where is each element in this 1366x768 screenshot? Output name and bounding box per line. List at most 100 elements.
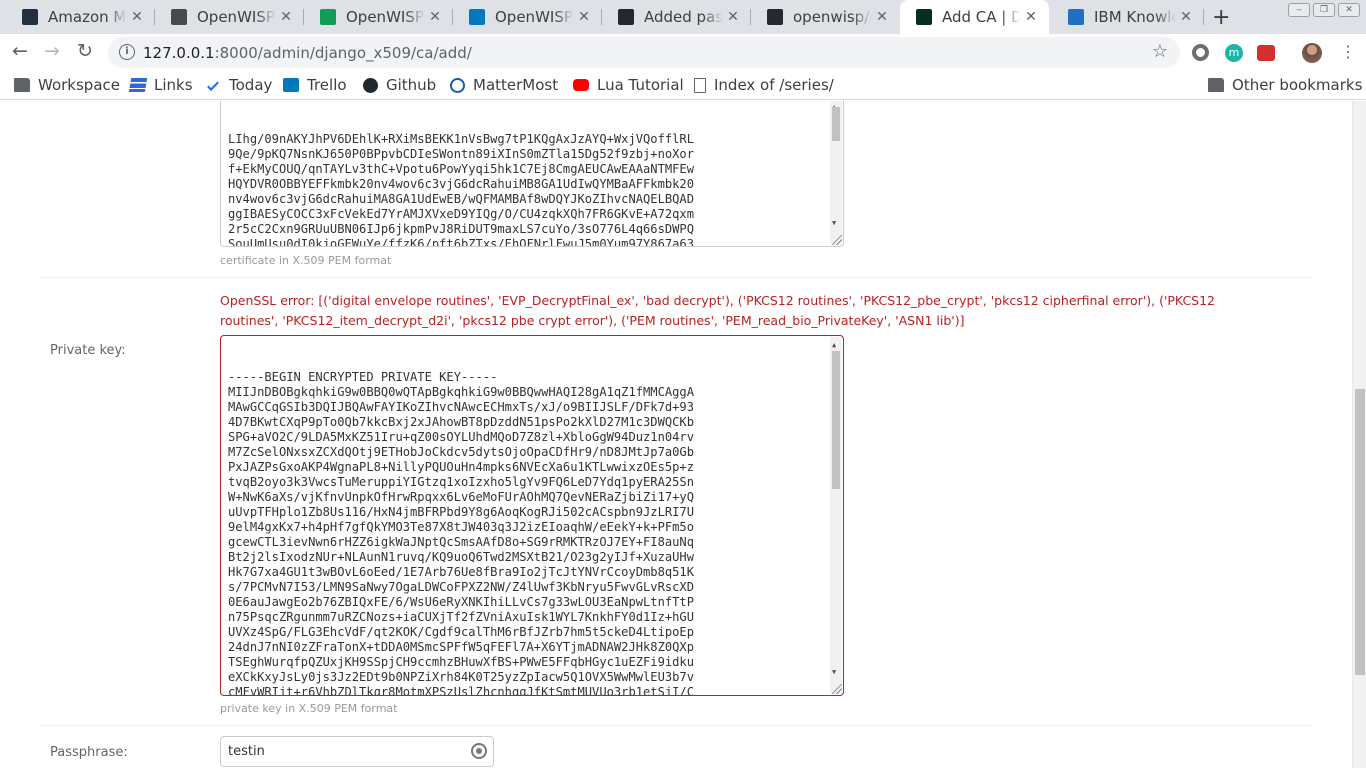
certificate-line: 2r5cC2Cxn9GRUuUBN06IJp6jkpmPvJ8RiDUT9max…: [228, 222, 694, 236]
bookmark-item[interactable]: Lua Tutorial: [573, 76, 684, 94]
private-key-line: Bt2j2lsIxodzNUr+NLAunN1ruvq/KQ9uoQ6Twd2M…: [228, 550, 694, 564]
browser-tab[interactable]: Add CA | Dja✕: [900, 0, 1049, 34]
youtube-icon: [573, 79, 589, 91]
certificate-line: SouUmUsu0dI0kjoGEWuYe/ffzK6/pft6bZTxs/Eh…: [228, 237, 694, 247]
bookmark-star-icon[interactable]: ☆: [1152, 41, 1168, 62]
extension-m-icon[interactable]: m: [1225, 44, 1243, 62]
reload-button[interactable]: ↻: [77, 40, 93, 62]
private-key-scroll-thumb[interactable]: [832, 351, 840, 489]
private-key-line: TSEghWurqfpQZUxjKH9SSpjCH9ccmhzBHuwXfBS+…: [228, 655, 694, 669]
certificate-line: nv4wov6c3vjG6dcRahuiMA8GA1UdEwEB/wQFMAMB…: [228, 192, 694, 206]
profile-avatar[interactable]: [1302, 43, 1322, 63]
row-divider: [40, 725, 1312, 726]
passphrase-input[interactable]: testin: [220, 736, 494, 767]
bookmark-label: Trello: [307, 76, 347, 94]
close-tab-icon[interactable]: ✕: [425, 9, 445, 25]
private-key-line: cMFyWRIjt+r6VhbZDlTkqr8MotmXPSzUslZhcnhg…: [228, 685, 694, 696]
bookmark-item[interactable]: Workspace: [14, 76, 120, 94]
private-key-line: gcewCTL3ievNwn6rHZZ6igkWaJNptQcSmsAAfD8o…: [228, 535, 694, 549]
stack-icon: [128, 78, 148, 92]
private-key-text: -----BEGIN ENCRYPTED PRIVATE KEY----- MII…: [228, 370, 825, 696]
amazon-icon: [22, 9, 38, 25]
passphrase-label: Passphrase:: [50, 745, 128, 760]
private-key-textarea[interactable]: -----BEGIN ENCRYPTED PRIVATE KEY----- MII…: [220, 335, 844, 696]
address-bar[interactable]: i 127.0.0.1:8000/admin/django_x509/ca/ad…: [108, 37, 1180, 68]
certificate-scroll-thumb[interactable]: [832, 107, 840, 141]
private-key-line: 0E6auJawgEo2b76ZBIQxFE/6/WsU6eRyXNKIhiLL…: [228, 595, 694, 609]
bookmark-item[interactable]: Trello: [283, 76, 347, 94]
row-divider: [40, 277, 1312, 278]
browser-tab[interactable]: openwisp/dj✕: [751, 0, 900, 34]
other-bookmarks[interactable]: Other bookmarks: [1208, 76, 1362, 94]
close-tab-icon[interactable]: ✕: [723, 9, 743, 25]
private-key-scrollbar[interactable]: ▲ ▼: [830, 337, 842, 694]
bookmark-item[interactable]: MatterMost: [450, 76, 558, 94]
tab-title: IBM Knowled: [1094, 8, 1176, 26]
minimize-button[interactable]: ‒: [1288, 3, 1310, 17]
scroll-down-arrow-icon[interactable]: ▼: [832, 665, 836, 680]
browser-tab[interactable]: OpenWISP/g✕: [155, 0, 304, 34]
tab-title: openwisp/dj: [793, 8, 872, 26]
certificate-textarea[interactable]: LIhg/09nAKYJhPV6DEhlK+RXiMsBEKK1nVsBwg7t…: [220, 101, 844, 247]
github-icon: [618, 9, 634, 25]
github-icon: [363, 77, 378, 93]
close-tab-icon[interactable]: ✕: [1176, 9, 1196, 25]
maximize-button[interactable]: ❐: [1313, 3, 1335, 17]
close-tab-icon[interactable]: ✕: [574, 9, 594, 25]
bookmark-label: Github: [386, 76, 437, 94]
private-key-line: tvqB2oyo3k3VwcsTuMeruppiYIGtzq1xoIzxho5l…: [228, 475, 694, 489]
site-info-icon[interactable]: i: [119, 44, 135, 60]
browser-tab[interactable]: Amazon Mu✕: [6, 0, 155, 34]
private-key-line: MAwGCCqGSIb3DQIJBQAwFAYIKoZIhvcNAwcECHmx…: [228, 400, 694, 414]
show-password-eye-icon[interactable]: [471, 743, 487, 759]
private-key-line: W+NwK6aXs/vjKfnvUnpkOfHrwRpqxx6Lv6eMoFUr…: [228, 490, 694, 504]
private-key-line: s/7PCMvN7I53/LMN9SaNwy7OgaLDWCoFPXZ2NW/Z…: [228, 580, 694, 594]
private-key-line: SPG+aVO2C/9LDA5MxKZ51Iru+qZ00sOYLUhdMQoD…: [228, 430, 694, 444]
url-host: 127.0.0.1: [143, 44, 215, 62]
private-key-line: 4D7BKwtCXqP9pTo0Qb7kkcBxj2xJAhowBT8pDzdd…: [228, 415, 694, 429]
mattermost-icon: [450, 77, 465, 93]
certificate-scrollbar[interactable]: ▲ ▼: [830, 101, 842, 245]
bookmark-item[interactable]: Today: [205, 76, 272, 94]
back-button[interactable]: ←: [12, 40, 28, 62]
certificate-line: ggIBAESyCOCC3xFcVekEd7YrAMJXVxeD9YIQg/O/…: [228, 207, 694, 221]
tab-title: OpenWISP o: [495, 8, 574, 26]
tab-title: Add CA | Dja: [942, 8, 1021, 26]
tab-title: Added passp: [644, 8, 723, 26]
bookmark-item[interactable]: Links: [128, 76, 193, 94]
github-icon: [767, 9, 783, 25]
bookmark-item[interactable]: Github: [363, 76, 436, 94]
extension-red-icon[interactable]: [1257, 45, 1275, 61]
browser-tab[interactable]: OpenWISP-C✕: [304, 0, 453, 34]
bookmark-item[interactable]: Index of /series/: [694, 76, 834, 94]
forward-button[interactable]: →: [44, 40, 60, 62]
certificate-line: f+EkMyCOUQ/qnTAYLv3thC+Vpotu6PowYyqi5hk1…: [228, 162, 694, 176]
page-scrollbar[interactable]: [1352, 101, 1366, 768]
browser-tab[interactable]: IBM Knowled✕: [1052, 0, 1204, 34]
resize-grip-icon[interactable]: [832, 235, 842, 245]
extension-circle-icon[interactable]: [1192, 44, 1209, 61]
folder-icon: [1208, 78, 1224, 92]
url-text[interactable]: 127.0.0.1:8000/admin/django_x509/ca/add/: [143, 44, 472, 62]
close-window-button[interactable]: ✕: [1338, 3, 1360, 17]
private-key-line: PxJAZPsGxoAKP4WgnaPL8+NillyPQUOuHn4mpks6…: [228, 460, 694, 474]
page-scroll-thumb[interactable]: [1355, 389, 1365, 675]
private-key-line: uUvpTFHplo1Zb8Us116/HxN4jmBFRPbd9Y8g6Aoq…: [228, 505, 694, 519]
close-tab-icon[interactable]: ✕: [872, 9, 892, 25]
resize-grip-icon[interactable]: [832, 684, 842, 694]
browser-tab[interactable]: OpenWISP o✕: [453, 0, 602, 34]
browser-tab[interactable]: Added passp✕: [602, 0, 751, 34]
close-tab-icon[interactable]: ✕: [276, 9, 296, 25]
close-tab-icon[interactable]: ✕: [127, 9, 147, 25]
sheets-icon: [320, 9, 336, 25]
menu-kebab-icon[interactable]: ⋮: [1340, 43, 1356, 61]
close-tab-icon[interactable]: ✕: [1021, 9, 1041, 25]
new-tab-button[interactable]: +: [1212, 5, 1230, 30]
tab-title: Amazon Mu: [48, 8, 127, 26]
trello-icon: [283, 78, 299, 92]
scroll-down-arrow-icon[interactable]: ▼: [832, 216, 836, 231]
bookmarks-bar: Workspace Links Today Trello Github MatterMos…: [0, 72, 1366, 100]
private-key-help-text: private key in X.509 PEM format: [220, 702, 398, 715]
private-key-line: MIIJnDBOBgkqhkiG9w0BBQ0wQTApBgkqhkiG9w0B…: [228, 385, 694, 399]
browser-toolbar: ← → ↻ i 127.0.0.1:8000/admin/django_x509…: [0, 34, 1366, 72]
